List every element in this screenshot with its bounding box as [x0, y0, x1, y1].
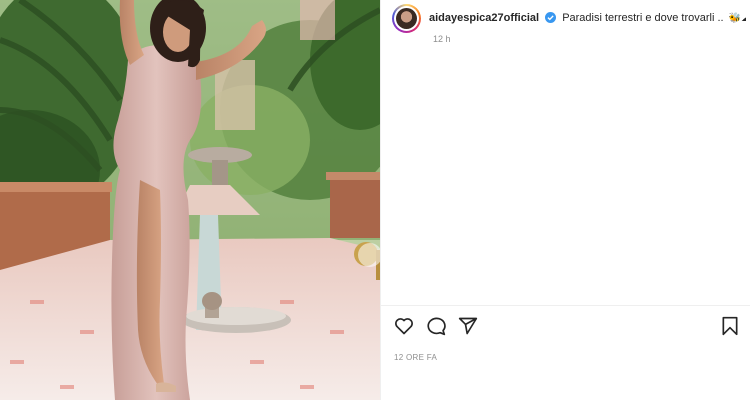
comment-icon[interactable]	[426, 316, 446, 341]
avatar-image	[396, 8, 417, 29]
verified-badge-icon	[545, 11, 557, 27]
caption: aidayespica27official Paradisi terrestri…	[429, 11, 746, 27]
caption-timestamp[interactable]: 12 h	[433, 34, 451, 44]
bookmark-icon[interactable]	[720, 316, 740, 341]
next-photo-button[interactable]	[358, 243, 380, 267]
divider	[381, 305, 750, 306]
share-icon[interactable]	[458, 316, 478, 341]
caption-row: aidayespica27official Paradisi terrestri…	[392, 4, 746, 33]
caption-emojis: 🐝☁	[728, 12, 746, 24]
post-image	[0, 0, 380, 400]
instagram-post: aidayespica27official Paradisi terrestri…	[0, 0, 750, 400]
avatar[interactable]	[392, 4, 421, 33]
post-details-pane: aidayespica27official Paradisi terrestri…	[380, 0, 750, 400]
caption-body: Paradisi terrestri e dove trovarli ..	[562, 11, 724, 24]
post-photo[interactable]	[0, 0, 380, 400]
username-link[interactable]: aidayespica27official	[429, 12, 539, 24]
action-bar	[394, 316, 740, 338]
heart-icon[interactable]	[394, 316, 414, 341]
post-timestamp[interactable]: 12 ORE FA	[394, 353, 437, 362]
avatar-border	[394, 6, 419, 31]
